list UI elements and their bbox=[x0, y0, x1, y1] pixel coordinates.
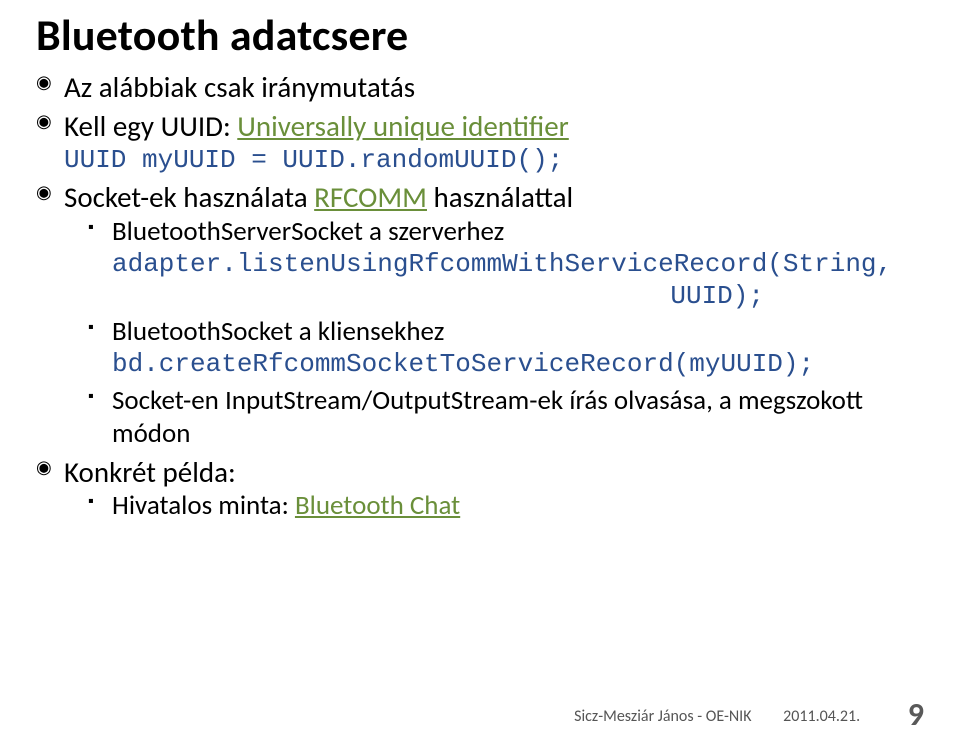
bullet-uuid: Kell egy UUID: Universally unique identi… bbox=[36, 109, 924, 176]
official-prefix: Hivatalos minta: bbox=[112, 489, 295, 522]
uuid-link[interactable]: Universally unique identifier bbox=[237, 108, 569, 144]
footer-author: Sicz-Mesziár János - OE-NIK bbox=[574, 707, 751, 726]
socket-suffix: használattal bbox=[427, 179, 573, 215]
streams-text: Socket-en InputStream/OutputStream-ek ír… bbox=[112, 384, 863, 450]
uuid-prefix: Kell egy UUID: bbox=[64, 108, 237, 144]
uuid-code: UUID myUUID = UUID.randomUUID(); bbox=[64, 145, 924, 177]
sub-clientsocket: BluetoothSocket a kliensekhez bd.createR… bbox=[88, 316, 924, 381]
example-sublist: Hivatalos minta: Bluetooth Chat bbox=[64, 490, 924, 523]
page-title: Bluetooth adatcsere bbox=[36, 0, 924, 70]
serversocket-text: BluetoothServerSocket a szerverhez bbox=[112, 215, 504, 248]
rfcomm-link[interactable]: RFCOMM bbox=[314, 179, 427, 215]
example-text: Konkrét példa: bbox=[64, 454, 236, 490]
socket-prefix: Socket-ek használata bbox=[64, 179, 314, 215]
bullet-socket: Socket-ek használata RFCOMM használattal… bbox=[36, 180, 924, 450]
page-number: 9 bbox=[908, 695, 924, 734]
bluetooth-chat-link[interactable]: Bluetooth Chat bbox=[295, 489, 460, 522]
sub-serversocket: BluetoothServerSocket a szerverhez adapt… bbox=[88, 216, 924, 312]
bullet-guidance: Az alábbiak csak iránymutatás bbox=[36, 70, 924, 105]
socket-sublist: BluetoothServerSocket a szerverhez adapt… bbox=[64, 216, 924, 451]
sub-streams: Socket-en InputStream/OutputStream-ek ír… bbox=[88, 385, 924, 451]
sub-official-sample: Hivatalos minta: Bluetooth Chat bbox=[88, 490, 924, 523]
slide: Bluetooth adatcsere Az alábbiak csak irá… bbox=[0, 0, 960, 748]
serversocket-code-a: adapter.listenUsingRfcommWithServiceReco… bbox=[112, 249, 924, 281]
bullet-example: Konkrét példa: Hivatalos minta: Bluetoot… bbox=[36, 455, 924, 523]
footer: Sicz-Mesziár János - OE-NIK 2011.04.21. … bbox=[0, 695, 960, 734]
content-list: Az alábbiak csak iránymutatás Kell egy U… bbox=[36, 70, 924, 523]
bullet-guidance-text: Az alábbiak csak iránymutatás bbox=[64, 69, 415, 105]
clientsocket-text: BluetoothSocket a kliensekhez bbox=[112, 315, 444, 348]
serversocket-code-b: UUID); bbox=[112, 281, 924, 313]
clientsocket-code: bd.createRfcommSocketToServiceRecord(myU… bbox=[112, 349, 924, 381]
footer-date: 2011.04.21. bbox=[783, 707, 860, 726]
